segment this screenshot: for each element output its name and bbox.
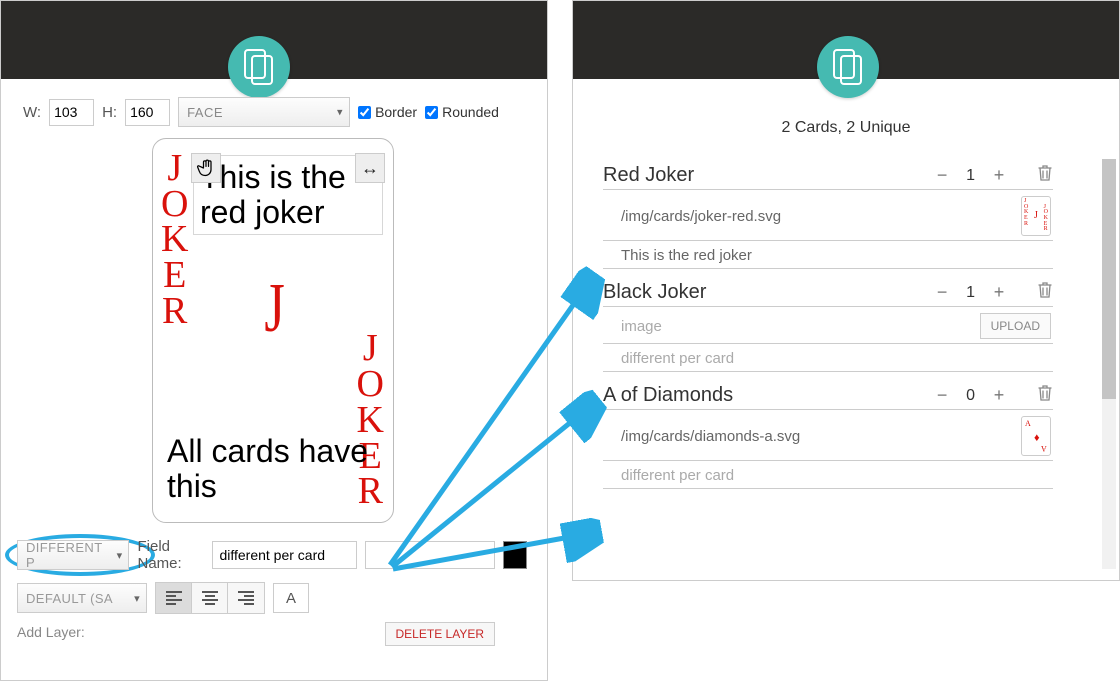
hand-icon <box>196 158 216 178</box>
card-entry: A of Diamonds−0 + /img/cards/diamonds-a.sv… <box>573 376 1099 493</box>
card-text-row[interactable]: different per card <box>603 344 1053 372</box>
card-qty: 1 <box>966 284 975 302</box>
scope-select[interactable]: DIFFERENT P <box>17 540 129 570</box>
card-qty: 1 <box>966 167 975 185</box>
lower-controls: DIFFERENT P Field Name: DEFAULT (SA A Ad… <box>17 538 527 640</box>
delete-layer-button[interactable]: DELETE LAYER <box>385 622 495 646</box>
trash-icon[interactable] <box>1037 282 1053 303</box>
joker-label-top: JOKER <box>161 151 189 330</box>
preview-footer-text: All cards have this <box>167 434 393 504</box>
align-left-button[interactable] <box>156 583 192 613</box>
trash-icon[interactable] <box>1037 165 1053 186</box>
align-right-icon <box>238 591 254 605</box>
card-image-row[interactable]: /img/cards/diamonds-a.svgA♦A <box>603 410 1053 461</box>
card-image-row[interactable]: /img/cards/joker-red.svgJOKERJOKERJ <box>603 190 1053 241</box>
minus-icon[interactable]: − <box>934 165 950 186</box>
align-left-icon <box>166 591 182 605</box>
side-select[interactable]: FACE <box>178 97 350 127</box>
right-panel: 2 Cards, 2 Unique Red Joker−1+/img/cards… <box>572 0 1120 581</box>
cards-icon <box>833 49 863 85</box>
left-panel: W: H: FACE Border Rounded JOKER JOKER J … <box>0 0 548 681</box>
card-title: Red Joker <box>603 164 934 187</box>
width-label: W: <box>23 104 41 121</box>
card-thumbnail: JOKERJOKERJ <box>1021 196 1051 236</box>
plus-icon[interactable]: + <box>991 385 1007 406</box>
card-center-j: J <box>264 269 284 349</box>
upload-button[interactable]: UPLOAD <box>980 313 1051 339</box>
card-list: Red Joker−1+/img/cards/joker-red.svgJOKE… <box>573 156 1099 493</box>
card-title: Black Joker <box>603 281 934 304</box>
align-center-button[interactable] <box>192 583 228 613</box>
trash-icon[interactable] <box>1037 385 1053 406</box>
card-editor-fab[interactable] <box>228 36 290 98</box>
fieldname-label: Field Name: <box>137 538 204 572</box>
minus-icon[interactable]: − <box>934 282 950 303</box>
card-preview[interactable]: JOKER JOKER J This is the red joker ↔ Al… <box>152 138 394 523</box>
height-label: H: <box>102 104 117 121</box>
resize-handle-icon[interactable]: ↔ <box>355 153 385 183</box>
card-text-row[interactable]: This is the red joker <box>603 241 1053 269</box>
card-text-row[interactable]: different per card <box>603 461 1053 489</box>
color-swatch[interactable] <box>503 541 527 569</box>
card-thumbnail: A♦A <box>1021 416 1051 456</box>
plus-icon[interactable]: + <box>991 165 1007 186</box>
text-value-input[interactable] <box>365 541 495 569</box>
card-qty: 0 <box>966 387 975 405</box>
card-list-fab[interactable] <box>817 36 879 98</box>
font-select[interactable]: DEFAULT (SA <box>17 583 147 613</box>
text-handles: ↔ <box>193 153 383 223</box>
width-input[interactable] <box>49 99 94 126</box>
align-center-icon <box>202 591 218 605</box>
plus-icon[interactable]: + <box>991 282 1007 303</box>
card-title: A of Diamonds <box>603 384 934 407</box>
card-image-row[interactable]: imageUPLOAD <box>603 307 1053 344</box>
fieldname-input[interactable] <box>212 541 357 569</box>
cards-icon <box>244 49 274 85</box>
scroll-thumb[interactable] <box>1102 159 1116 399</box>
height-input[interactable] <box>125 99 170 126</box>
align-group <box>155 582 265 614</box>
caps-button[interactable]: A <box>273 583 309 613</box>
minus-icon[interactable]: − <box>934 385 950 406</box>
scrollbar[interactable] <box>1102 159 1116 569</box>
card-entry: Red Joker−1 + /img/cards/joker-red.svgJOKE… <box>573 156 1099 273</box>
border-checkbox[interactable]: Border <box>358 104 417 120</box>
move-handle[interactable] <box>191 153 221 183</box>
card-entry: Black Joker−1 + imageUPLOADdifferent per c… <box>573 273 1099 376</box>
rounded-checkbox[interactable]: Rounded <box>425 104 499 120</box>
align-right-button[interactable] <box>228 583 264 613</box>
